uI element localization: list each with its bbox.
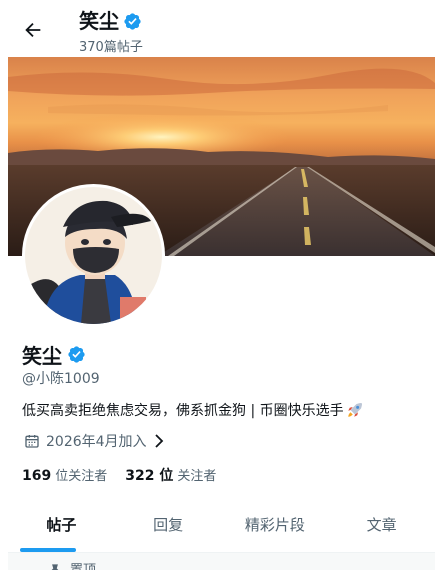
following-count: 169 [22,468,52,484]
active-tab-indicator [20,548,76,552]
tab-articles[interactable]: 文章 [328,500,435,552]
back-button[interactable] [22,19,44,41]
tab-replies[interactable]: 回复 [115,500,222,552]
joined-text: 2026年4月加入 [46,434,147,450]
tab-highlights[interactable]: 精彩片段 [222,500,329,552]
post-count: 370篇帖子 [79,40,143,55]
pinned-post-header: 置顶 [8,553,435,570]
calendar-icon [25,435,39,448]
profile-display-name: 笑尘 [22,344,62,368]
profile-handle: @小陈1009 [22,371,100,387]
followers-count: 322 位 [125,468,174,484]
top-bar: 笑尘 370篇帖子 [0,0,435,56]
following-label: 位关注者 [55,469,108,484]
verified-badge-icon [68,346,85,363]
verified-badge-icon [124,12,141,30]
follow-stats: 169 位关注者 322 位关注者 [22,465,216,485]
arrow-left-icon [25,22,41,38]
joined-date[interactable]: 2026年4月加入 [24,431,165,451]
header-title: 笑尘 [79,9,119,33]
profile-name-row: 笑尘 [22,340,86,369]
followers-link[interactable]: 322 位关注者 [125,465,216,485]
following-link[interactable]: 169 位关注者 [22,465,107,485]
rocket-icon [347,403,362,417]
bio-text: 低买高卖拒绝焦虑交易，佛系抓金狗 | 币圈快乐选手 [22,403,344,419]
profile-tabs: 帖子 回复 精彩片段 文章 [8,500,435,553]
followers-label: 关注者 [177,469,217,484]
header-title-row: 笑尘 [79,9,142,33]
pin-icon [51,563,59,570]
pinned-label-row: 置顶 [48,559,96,570]
pinned-label: 置顶 [70,559,96,570]
profile-bio: 低买高卖拒绝焦虑交易，佛系抓金狗 | 币圈快乐选手 [22,400,364,420]
chevron-right-icon [154,434,163,448]
avatar-illustration [25,187,162,324]
tab-posts[interactable]: 帖子 [8,500,115,552]
profile-avatar[interactable] [22,184,165,327]
